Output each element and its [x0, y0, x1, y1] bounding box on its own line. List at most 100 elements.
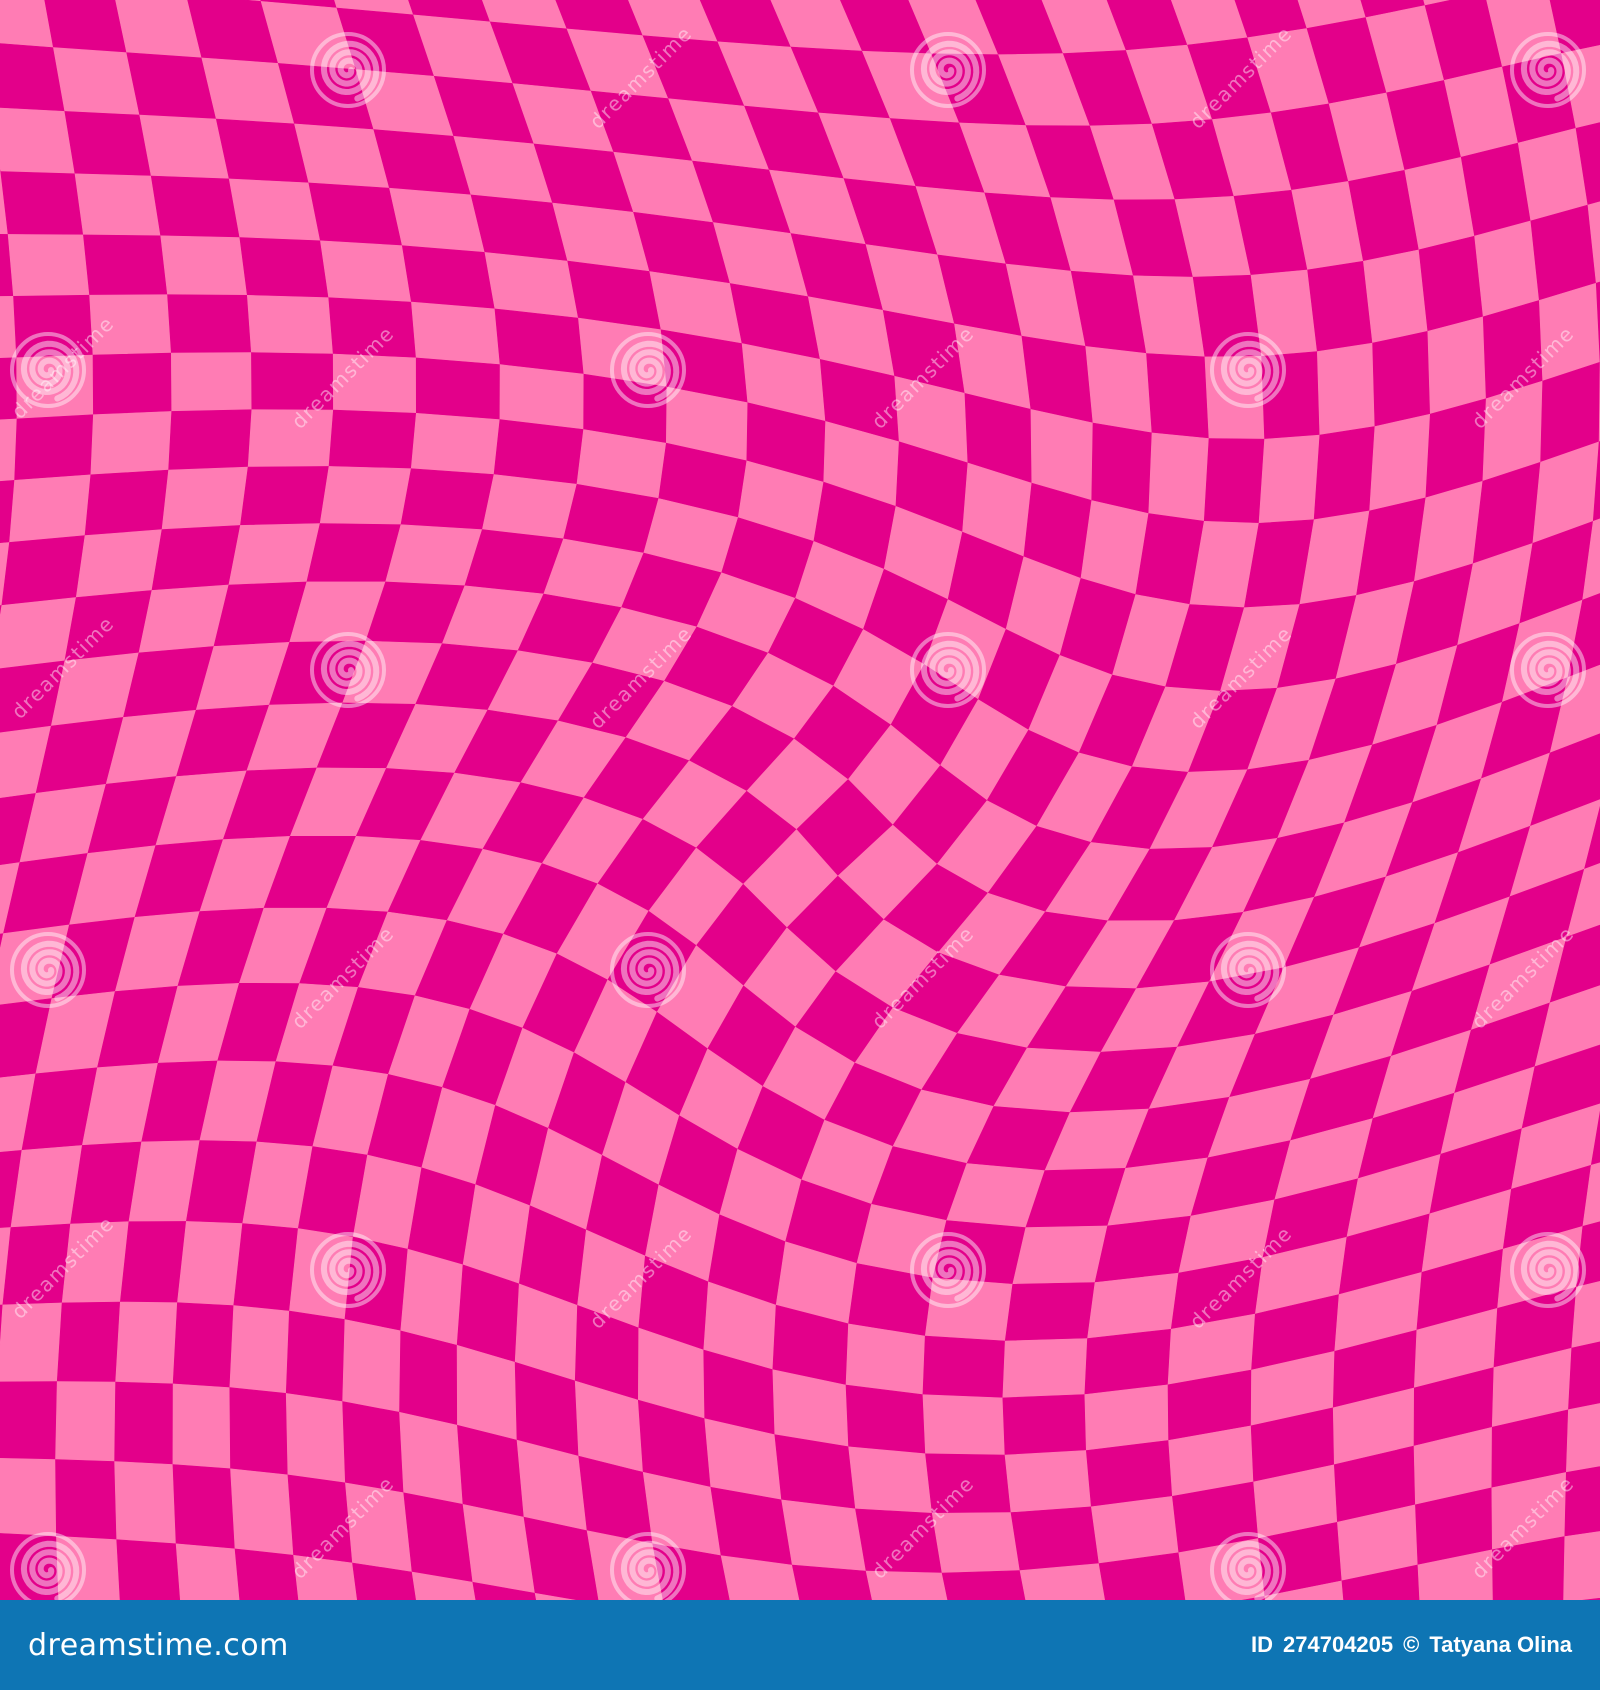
light-tile — [1084, 1384, 1169, 1451]
light-tile — [1012, 1225, 1108, 1285]
light-tile — [1085, 346, 1153, 434]
pattern-canvas: dreamstime dreamstimedreamstime dreamstime… — [0, 0, 1600, 1600]
dark-tile — [56, 1301, 121, 1383]
light-tile — [1517, 127, 1589, 222]
light-tile — [1090, 1495, 1180, 1564]
dark-tile — [1372, 330, 1431, 427]
dark-tile — [0, 171, 84, 236]
dark-tile — [403, 1492, 474, 1583]
dark-tile — [168, 409, 253, 471]
dark-tile — [1313, 426, 1376, 521]
light-tile — [1427, 316, 1487, 415]
light-tile — [410, 412, 501, 475]
footer-bar: dreamstime.com ID 274704205 © Tatyana Ol… — [0, 1600, 1600, 1690]
dark-tile — [172, 1464, 236, 1550]
dark-tile — [774, 1434, 856, 1510]
light-tile — [75, 529, 163, 598]
dark-tile — [229, 1387, 289, 1476]
checker-tiles — [0, 0, 1600, 1600]
light-tile — [230, 1468, 294, 1556]
id-label: ID — [1251, 1632, 1274, 1657]
light-tile — [1563, 1531, 1600, 1600]
light-tile — [848, 1446, 933, 1514]
dark-tile — [941, 1570, 1026, 1600]
light-tile — [246, 294, 334, 355]
light-tile — [320, 240, 412, 303]
light-tile — [228, 178, 321, 242]
light-tile — [342, 1319, 402, 1413]
light-tile — [1258, 434, 1321, 524]
dark-tile — [1010, 1506, 1100, 1571]
dark-tile — [1004, 1282, 1096, 1342]
light-tile — [1474, 220, 1540, 318]
light-tile — [53, 47, 141, 116]
light-tile — [781, 1499, 867, 1572]
dark-tile — [401, 245, 496, 310]
light-tile — [114, 1461, 177, 1545]
dark-tile — [239, 237, 330, 299]
dark-tile — [240, 466, 330, 526]
light-tile — [0, 418, 18, 482]
light-tile — [90, 411, 173, 476]
dark-tile — [167, 294, 252, 354]
light-tile — [1369, 413, 1431, 512]
dark-tile — [400, 468, 495, 530]
dark-tile — [55, 1459, 118, 1541]
dark-tile — [151, 525, 241, 591]
light-tile — [319, 466, 412, 526]
dark-tile — [44, 0, 128, 54]
light-tile — [0, 1458, 57, 1537]
dark-tile — [14, 414, 94, 481]
checkerboard-pattern: dreamstime dreamstime dreamstime dreamstime… — [0, 0, 1600, 1600]
light-tile — [499, 364, 585, 430]
light-tile — [74, 173, 162, 237]
light-tile — [7, 234, 90, 297]
dark-tile — [234, 1548, 299, 1600]
dark-tile — [83, 234, 168, 296]
dark-tile — [845, 1384, 926, 1455]
dark-tile — [233, 1223, 299, 1312]
dark-tile — [0, 1381, 58, 1460]
dark-tile — [306, 523, 402, 583]
footer-credit: ID 274704205 © Tatyana Olina — [1251, 1632, 1572, 1658]
copyright-symbol: © — [1403, 1632, 1420, 1657]
dark-tile — [415, 357, 501, 420]
light-tile — [160, 235, 248, 296]
author-name: Tatyana Olina — [1429, 1632, 1572, 1657]
dark-tile — [493, 419, 584, 485]
dark-tile — [494, 308, 585, 375]
light-tile — [484, 252, 579, 319]
light-tile — [1002, 1338, 1088, 1399]
id-value: 274704205 — [1283, 1632, 1394, 1657]
light-tile — [229, 1305, 290, 1394]
light-tile — [55, 1381, 116, 1462]
light-tile — [228, 523, 321, 586]
footer-logo-text[interactable]: dreamstime.com — [28, 1628, 289, 1663]
dark-tile — [1203, 438, 1265, 524]
dark-tile — [285, 1310, 346, 1402]
light-tile — [115, 1301, 178, 1385]
dark-tile — [1002, 1394, 1087, 1456]
dark-tile — [64, 111, 152, 177]
light-tile — [389, 187, 486, 253]
light-tile — [0, 0, 54, 48]
dark-tile — [328, 409, 417, 470]
dark-tile — [84, 469, 169, 536]
dark-tile — [116, 1539, 181, 1600]
light-tile — [1148, 432, 1210, 522]
light-tile — [399, 1411, 464, 1505]
dark-tile — [172, 1302, 235, 1388]
light-tile — [1363, 249, 1429, 344]
dark-tile — [1, 535, 86, 606]
light-tile — [170, 352, 253, 412]
dark-tile — [150, 175, 241, 238]
light-tile — [1087, 1272, 1180, 1339]
light-tile — [400, 1248, 464, 1346]
dark-tile — [1084, 1328, 1172, 1395]
light-tile — [172, 1383, 231, 1470]
dark-tile — [922, 1335, 1006, 1399]
light-tile — [0, 107, 76, 175]
dark-tile — [308, 182, 403, 247]
dark-tile — [215, 118, 310, 184]
light-tile — [139, 114, 230, 180]
